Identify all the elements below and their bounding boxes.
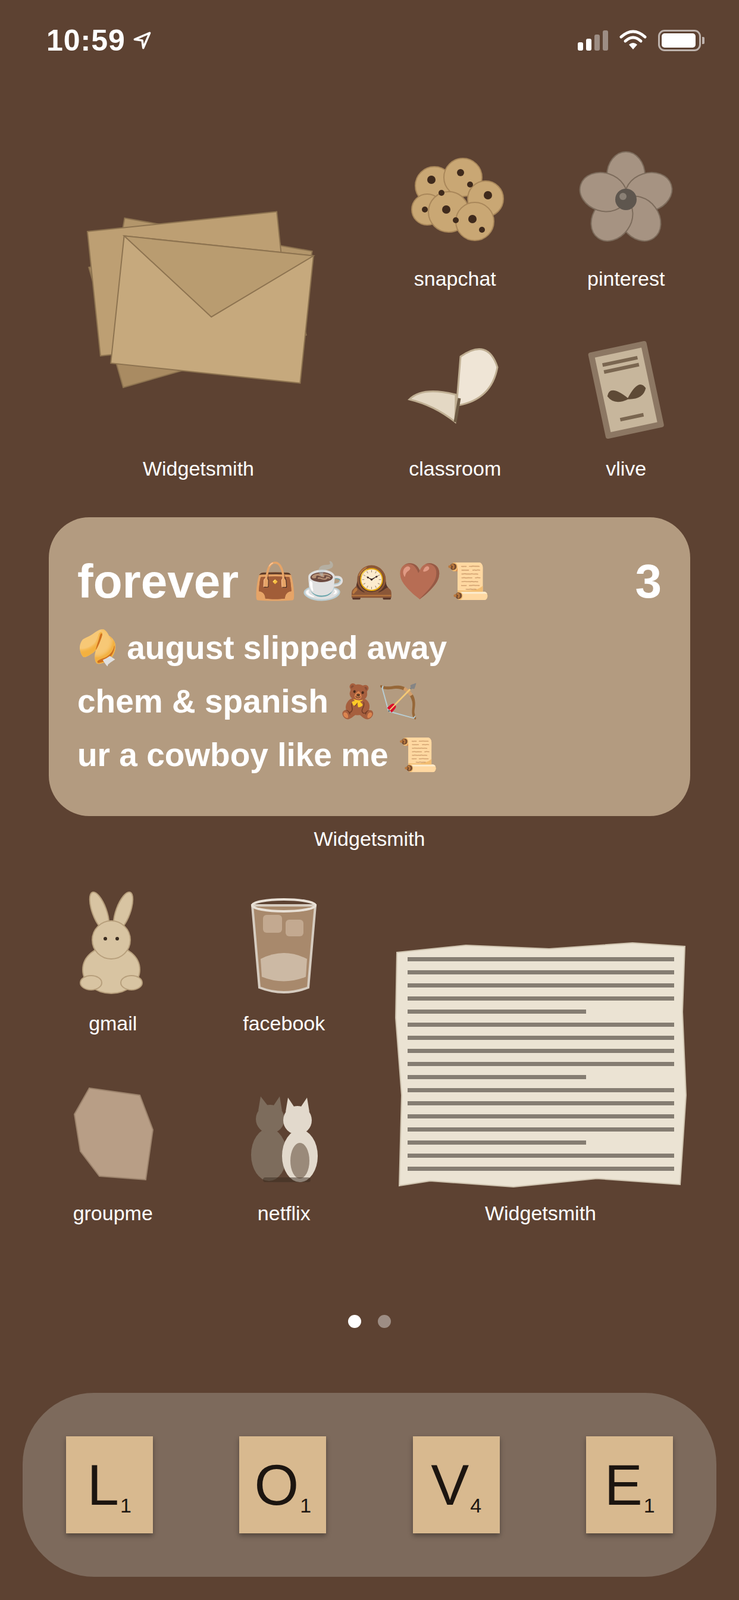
app-button[interactable]: facebook bbox=[198, 887, 371, 1035]
letter-tile-app[interactable]: L1 bbox=[66, 1435, 153, 1533]
status-bar: 10:59 bbox=[0, 0, 739, 81]
app-label: snapchat bbox=[414, 266, 497, 291]
wifi-icon bbox=[618, 29, 648, 52]
widget-line: 🥠 august slipped away bbox=[77, 620, 662, 675]
tile-letter: E bbox=[604, 1454, 643, 1515]
bunny-icon bbox=[56, 887, 170, 1001]
app-button[interactable]: classroom bbox=[369, 332, 541, 481]
tile-letter: V bbox=[430, 1454, 469, 1515]
app-label: classroom bbox=[408, 456, 501, 481]
app-button[interactable]: groupme bbox=[27, 1076, 199, 1225]
widget-line: ur a cowboy like me 📜 bbox=[77, 727, 662, 782]
letter-tile-app[interactable]: V4 bbox=[412, 1435, 500, 1533]
location-arrow-icon bbox=[131, 29, 153, 52]
tile-points: 1 bbox=[299, 1494, 312, 1515]
widget-label: Widgetsmith bbox=[484, 1200, 597, 1225]
clock: 10:59 bbox=[46, 18, 153, 64]
widget-count: 3 bbox=[635, 552, 663, 610]
newspaper-clipping-icon bbox=[394, 940, 688, 1191]
cats-icon bbox=[227, 1076, 341, 1191]
bottom-section: Widgetsmith gmail facebook groupme netflix bbox=[0, 887, 739, 1225]
butterfly-icon bbox=[398, 332, 512, 446]
letter-tile-app[interactable]: E1 bbox=[586, 1435, 673, 1533]
tile-points: 1 bbox=[120, 1494, 132, 1515]
signal-icon bbox=[577, 30, 609, 51]
dock: L1O1V4E1 bbox=[22, 1392, 717, 1577]
app-button[interactable]: vlive bbox=[540, 332, 713, 481]
top-section: Widgetsmith snapchat pinterest classroom vli… bbox=[0, 142, 739, 481]
widget-line: chem & spanish 🧸🏹 bbox=[77, 674, 662, 728]
time: 10:59 bbox=[46, 18, 126, 64]
photo-widget[interactable]: Widgetsmith bbox=[27, 142, 370, 481]
envelopes-icon bbox=[58, 154, 339, 435]
signal-bar bbox=[577, 42, 584, 51]
tile-points: 4 bbox=[470, 1494, 482, 1515]
status-icons bbox=[577, 29, 705, 52]
app-button[interactable]: snapchat bbox=[369, 142, 541, 291]
battery-icon bbox=[658, 29, 705, 52]
flower-icon bbox=[569, 142, 683, 256]
app-label: netflix bbox=[257, 1200, 311, 1225]
torn-paper-icon bbox=[56, 1076, 170, 1191]
widget-title: forever bbox=[77, 552, 239, 610]
tile-letter: L bbox=[87, 1454, 120, 1515]
cookie-icon bbox=[398, 142, 512, 256]
iced-coffee-icon bbox=[227, 887, 341, 1001]
tile-points: 1 bbox=[643, 1494, 656, 1515]
photo-widget[interactable]: Widgetsmith bbox=[369, 887, 712, 1225]
widget-label: Widgetsmith bbox=[142, 456, 255, 481]
app-label: pinterest bbox=[587, 266, 665, 291]
text-widget[interactable]: forever👜☕🕰️🤎📜 3 🥠 august slipped awaychem … bbox=[48, 517, 691, 816]
book-icon bbox=[569, 332, 683, 446]
signal-bar bbox=[586, 38, 592, 51]
page-dot[interactable] bbox=[377, 1314, 391, 1328]
title-emoji: 👜☕🕰️🤎📜 bbox=[252, 552, 494, 610]
app-label: vlive bbox=[605, 456, 647, 481]
battery-fill bbox=[661, 33, 696, 48]
app-button[interactable]: pinterest bbox=[540, 142, 713, 291]
widget-lines: 🥠 august slipped awaychem & spanish 🧸🏹ur… bbox=[77, 620, 662, 782]
app-label: facebook bbox=[242, 1010, 325, 1035]
signal-bar bbox=[594, 34, 600, 51]
battery-track bbox=[658, 29, 701, 52]
widget-header: forever👜☕🕰️🤎📜 3 bbox=[77, 552, 662, 610]
battery-nub bbox=[702, 36, 705, 45]
app-button[interactable]: gmail bbox=[27, 887, 199, 1035]
app-button[interactable]: netflix bbox=[198, 1076, 371, 1225]
widget-label: Widgetsmith bbox=[313, 826, 425, 851]
letter-tile-app[interactable]: O1 bbox=[239, 1435, 327, 1533]
app-label: gmail bbox=[88, 1010, 137, 1035]
tile-letter: O bbox=[254, 1454, 299, 1515]
page-dot[interactable] bbox=[348, 1314, 362, 1328]
app-label: groupme bbox=[73, 1200, 153, 1225]
signal-bar bbox=[602, 30, 609, 51]
page-indicator[interactable] bbox=[0, 1313, 739, 1329]
